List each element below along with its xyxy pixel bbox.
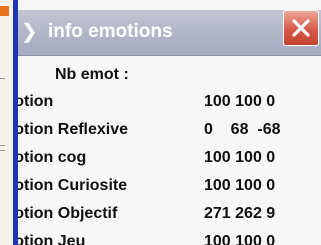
emotion-values: 271 262 9 xyxy=(204,205,276,222)
panel-heading: Nb emot : xyxy=(55,66,129,83)
background-window-edge xyxy=(0,0,14,245)
background-tick xyxy=(0,145,5,146)
list-item: motion Reflexive 0 68 -68 xyxy=(18,120,321,142)
emotion-label: motion cog xyxy=(18,149,87,166)
list-item: motion Curiosite 100 100 0 xyxy=(18,176,321,198)
background-tick xyxy=(0,78,5,79)
list-item: motion 100 100 0 xyxy=(18,92,321,114)
screen: ❯ info emotions Nb emot : motion 100 100… xyxy=(0,0,321,245)
emotion-label: motion Objectif xyxy=(18,205,118,222)
list-item: motion Objectif 271 262 9 xyxy=(18,204,321,226)
emotion-values: 100 100 0 xyxy=(204,93,276,110)
emotion-label: motion Curiosite xyxy=(18,177,128,194)
emotion-label: motion Reflexive xyxy=(18,121,129,138)
background-window-accent xyxy=(0,6,9,16)
emotion-values: 0 68 -68 xyxy=(204,121,281,138)
background-tick xyxy=(0,150,5,151)
emotion-label: motion Jeu xyxy=(18,233,86,245)
list-item: motion cog 100 100 0 xyxy=(18,148,321,170)
emotion-values: 100 100 0 xyxy=(204,149,276,166)
close-icon xyxy=(292,19,310,37)
list-item: motion Jeu 100 100 0 xyxy=(18,232,321,245)
emotion-values: 100 100 0 xyxy=(204,177,276,194)
title-bar[interactable]: ❯ info emotions xyxy=(18,10,321,56)
window-title: info emotions xyxy=(48,21,173,42)
emotion-label: motion xyxy=(18,93,54,110)
arrow-icon: ❯ xyxy=(21,21,38,43)
emotion-values: 100 100 0 xyxy=(204,233,276,245)
emotions-panel: Nb emot : motion 100 100 0 motion Reflex… xyxy=(18,56,321,245)
close-button[interactable] xyxy=(283,10,319,46)
